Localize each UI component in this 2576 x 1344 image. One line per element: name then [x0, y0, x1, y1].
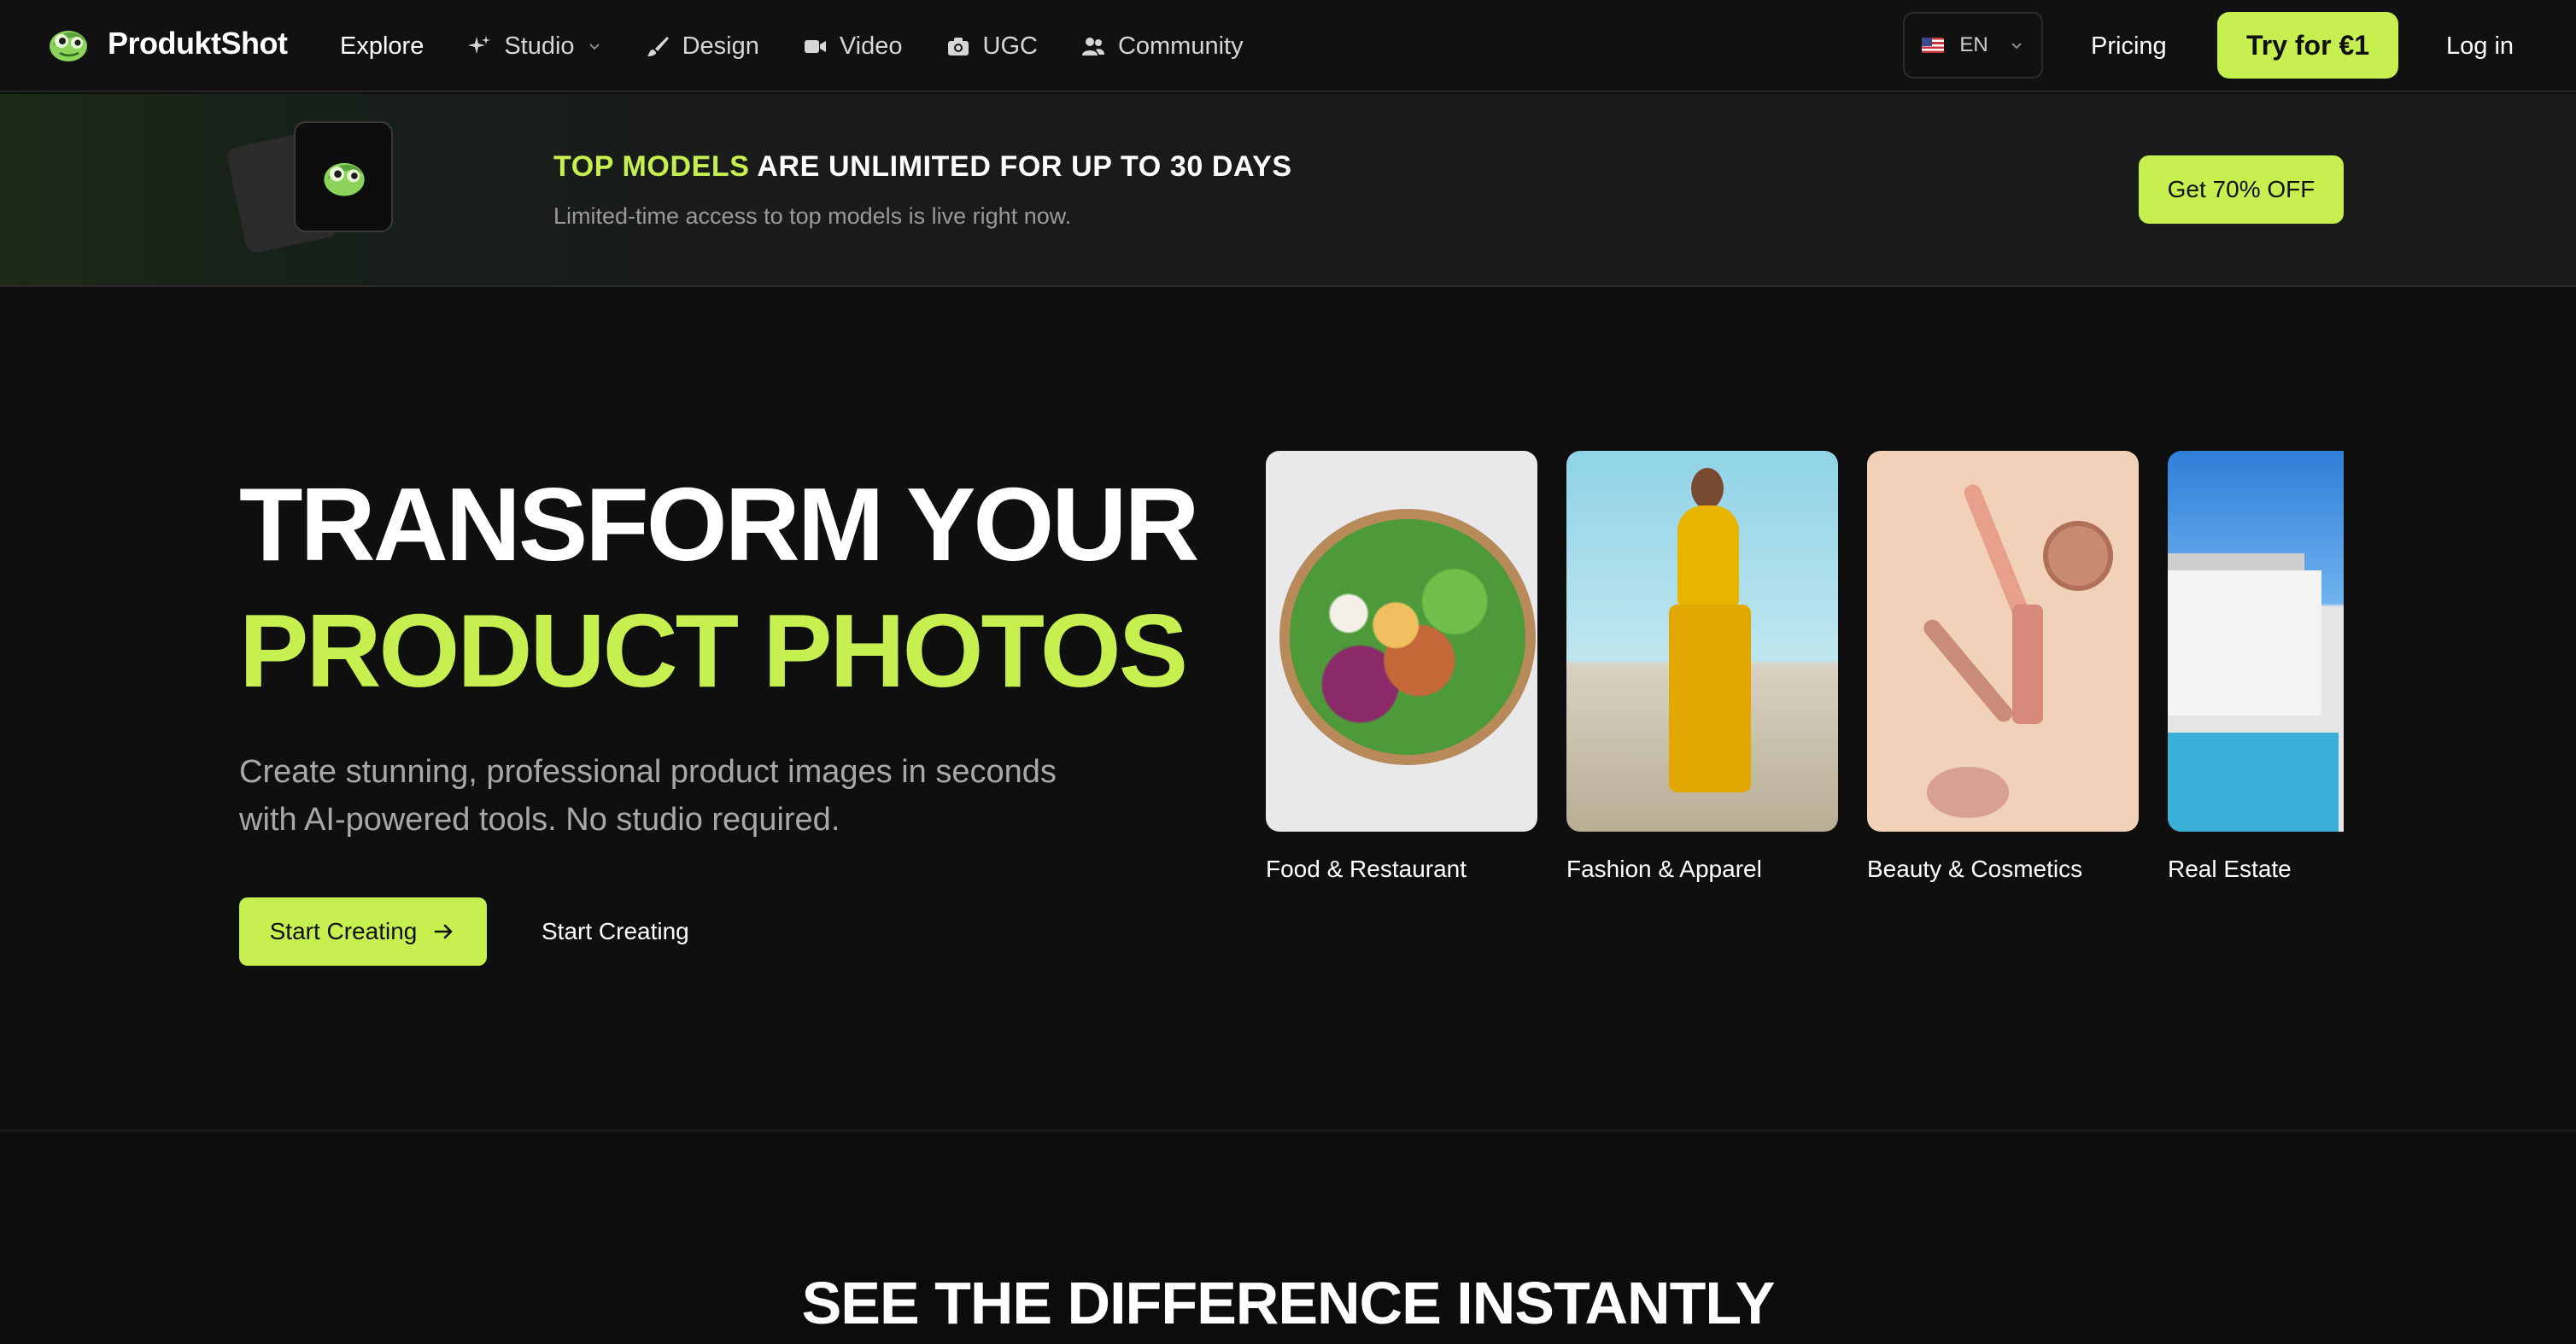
- nav-studio[interactable]: Studio: [466, 32, 601, 61]
- nav-explore-label: Explore: [340, 32, 424, 60]
- video-camera-icon: [804, 40, 826, 53]
- cosmetics-image: [1867, 451, 2139, 832]
- category-card-beauty[interactable]: Beauty & Cosmetics: [1867, 451, 2139, 883]
- brand-link[interactable]: ProduktShot: [44, 20, 288, 67]
- language-selector[interactable]: EN: [1903, 12, 2043, 79]
- category-card-food[interactable]: Food & Restaurant: [1266, 451, 1537, 883]
- start-creating-label: Start Creating: [269, 918, 418, 944]
- main-menu: Explore Studio Design Video UGC Communit…: [340, 0, 1286, 92]
- hero-title-line1: TRANSFORM YOUR: [239, 466, 1200, 582]
- start-creating-button[interactable]: Start Creating: [239, 897, 487, 966]
- category-card-fashion[interactable]: Fashion & Apparel: [1566, 451, 1838, 883]
- nav-community-label: Community: [1117, 32, 1244, 60]
- nav-ugc[interactable]: UGC: [946, 32, 1038, 61]
- nav-design[interactable]: Design: [645, 32, 759, 61]
- hero-description: Create stunning, professional product im…: [239, 754, 1057, 838]
- nav-ugc-label: UGC: [982, 32, 1038, 60]
- start-creating-secondary-link[interactable]: Start Creating: [542, 897, 689, 966]
- us-flag-icon: [1922, 38, 1945, 53]
- camera-icon: [947, 38, 969, 56]
- chevron-down-icon: [2011, 43, 2022, 50]
- section-divider: [0, 1130, 2576, 1131]
- banner-title-highlight: TOP MODELS: [553, 150, 750, 183]
- brush-icon: [647, 37, 669, 56]
- nav-studio-label: Studio: [504, 32, 575, 60]
- language-label: EN: [1959, 33, 1988, 56]
- fashion-model-image: [1566, 451, 1838, 832]
- nav-video-label: Video: [839, 32, 903, 60]
- chameleon-logo-icon: [50, 31, 87, 61]
- hero-title-line2: PRODUCT PHOTOS: [239, 593, 1188, 709]
- category-label: Food & Restaurant: [1266, 856, 1467, 882]
- banner-title: TOP MODELS ARE UNLIMITED FOR UP TO 30 DA…: [553, 150, 1292, 184]
- try-button[interactable]: Try for €1: [2217, 12, 2398, 79]
- banner-logo-card: [294, 121, 393, 232]
- category-card-real-estate[interactable]: Real Estate: [2168, 451, 2344, 883]
- nav-community[interactable]: Community: [1080, 32, 1244, 61]
- top-navbar: ProduktShot Explore Studio Design Video …: [0, 0, 2576, 92]
- section-title: SEE THE DIFFERENCE INSTANTLY: [801, 1270, 1776, 1336]
- category-label: Beauty & Cosmetics: [1867, 856, 2083, 882]
- chevron-down-icon: [588, 44, 600, 50]
- real-estate-image: [2168, 451, 2344, 832]
- category-carousel: Food & Restaurant Fashion & Apparel Beau…: [1266, 451, 2344, 895]
- promo-banner: TOP MODELS ARE UNLIMITED FOR UP TO 30 DA…: [0, 94, 2576, 287]
- login-link[interactable]: Log in: [2446, 0, 2514, 92]
- banner-title-rest: ARE UNLIMITED FOR UP TO 30 DAYS: [749, 150, 1292, 183]
- discount-button[interactable]: Get 70% OFF: [2139, 155, 2344, 224]
- category-label: Real Estate: [2168, 856, 2292, 882]
- hero-title: TRANSFORM YOUR PRODUCT PHOTOS: [239, 461, 1200, 714]
- arrow-right-icon: [435, 924, 453, 939]
- nav-design-label: Design: [682, 32, 759, 60]
- chameleon-logo-icon: [324, 162, 365, 196]
- food-bowl-image: [1266, 451, 1537, 832]
- users-icon: [1081, 38, 1104, 56]
- nav-explore[interactable]: Explore: [340, 32, 424, 61]
- brand-name: ProduktShot: [108, 26, 288, 61]
- pricing-link[interactable]: Pricing: [2091, 0, 2167, 92]
- banner-subtitle: Limited-time access to top models is liv…: [553, 203, 1072, 229]
- category-label: Fashion & Apparel: [1566, 856, 1762, 882]
- nav-video[interactable]: Video: [802, 32, 903, 61]
- sparkles-icon: [468, 36, 491, 54]
